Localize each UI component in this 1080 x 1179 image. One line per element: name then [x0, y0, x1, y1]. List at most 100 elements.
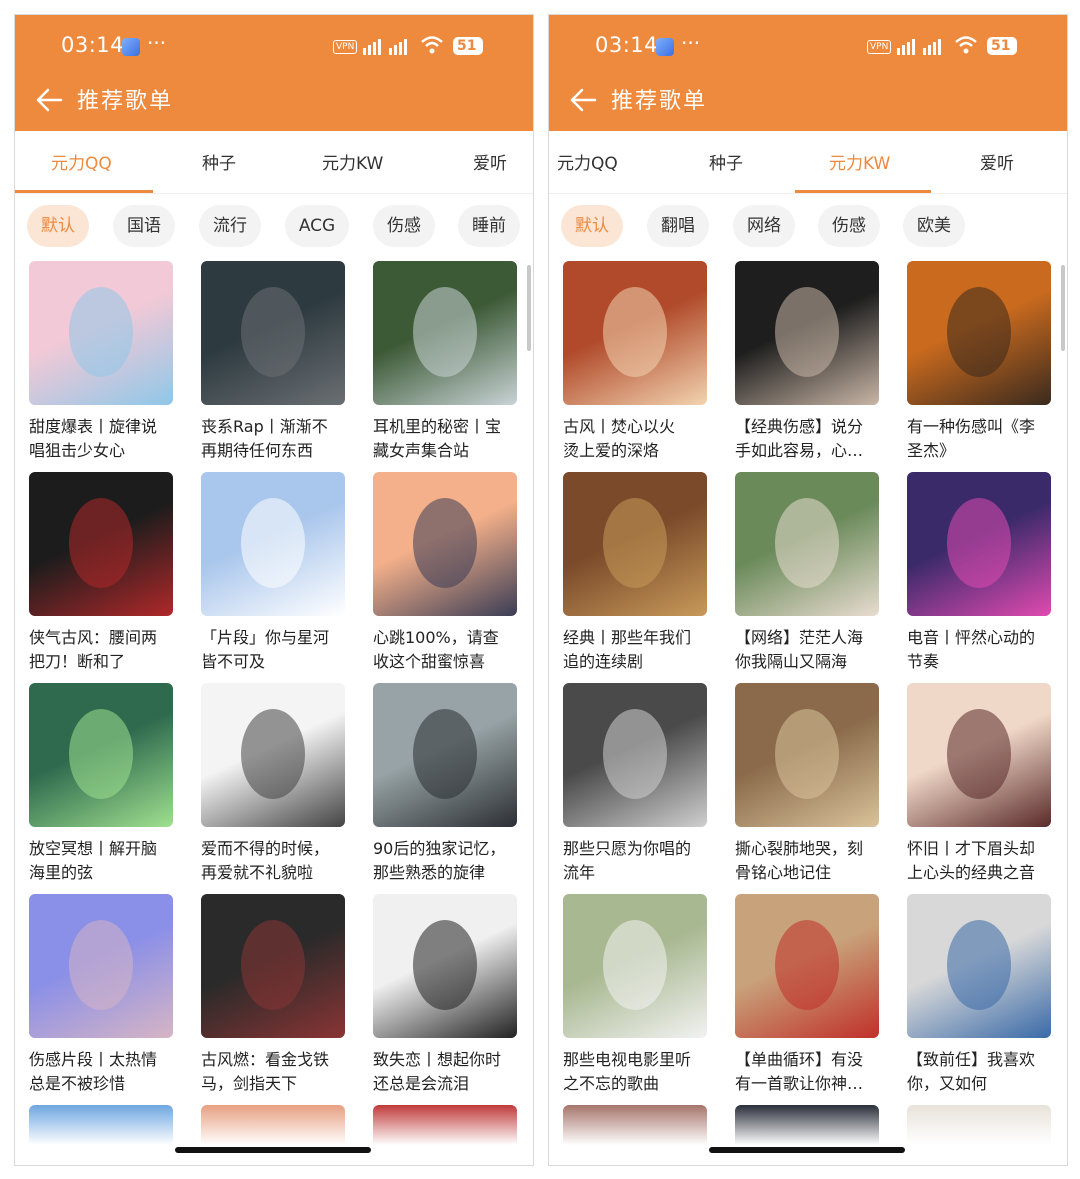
chip-default[interactable]: 默认 [561, 205, 623, 247]
status-time: 03:14 [61, 33, 125, 57]
scrollbar[interactable] [1061, 265, 1065, 351]
cover-figure-shape [775, 498, 839, 588]
chip-western[interactable]: 欧美 [903, 205, 965, 247]
more-notifications-icon: ··· [681, 31, 701, 55]
playlist-cover-image[interactable] [29, 894, 173, 1038]
chip-cover-songs[interactable]: 翻唱 [647, 205, 709, 247]
playlist-cover-image[interactable] [907, 894, 1051, 1038]
battery-icon: 51 [453, 37, 483, 55]
playlist-title-line1: 那些只愿为你唱的 [563, 839, 692, 858]
active-tab-indicator [795, 190, 931, 193]
playlist-title: 那些电视电影里听 之不忘的歌曲 [563, 1048, 713, 1096]
playlist-cover-image[interactable] [373, 261, 517, 405]
chip-acg[interactable]: ACG [285, 205, 349, 247]
back-arrow-icon[interactable] [35, 87, 63, 113]
playlist-title: 撕心裂肺地哭，刻 骨铭心地记住 [735, 837, 885, 885]
playlist-title: 放空冥想丨解开脑 海里的弦 [29, 837, 179, 885]
playlist-title-line2: 总是不被珍惜 [29, 1074, 126, 1093]
playlist-cover-image[interactable] [29, 472, 173, 616]
playlist-cover-image[interactable] [907, 683, 1051, 827]
tab-yuanli-kw[interactable]: 元力KW [829, 149, 890, 174]
playlist-cover-image[interactable] [907, 261, 1051, 405]
playlist-cover-image[interactable] [29, 261, 173, 405]
chip-default[interactable]: 默认 [27, 205, 89, 247]
playlist-title-line1: 怀旧丨才下眉头却 [907, 839, 1036, 858]
app-header: 03:14 ··· VPN 51 推荐歌单 [549, 15, 1067, 131]
chip-sad[interactable]: 伤感 [818, 205, 880, 247]
playlist-cover-image[interactable] [907, 472, 1051, 616]
status-time: 03:14 [595, 33, 659, 57]
playlist-cover-image-partial[interactable] [29, 1105, 173, 1145]
vpn-icon: VPN [867, 40, 892, 54]
chip-bedtime[interactable]: 睡前 [458, 205, 520, 247]
playlist-title-line1: 【经典伤感】说分 [735, 417, 864, 436]
playlist-title: 怀旧丨才下眉头却 上心头的经典之音 [907, 837, 1057, 885]
playlist-cover-image[interactable] [563, 261, 707, 405]
tab-aiting[interactable]: 爱听 [980, 149, 1014, 174]
playlist-title: 【网络】茫茫人海 你我隔山又隔海 [735, 626, 885, 674]
cover-figure-shape [241, 287, 305, 377]
playlist-cover-image[interactable] [29, 683, 173, 827]
tab-yuanli-qq[interactable]: 元力QQ [557, 149, 618, 174]
playlist-cover-image[interactable] [735, 894, 879, 1038]
playlist-cover-image[interactable] [373, 894, 517, 1038]
cover-figure-shape [603, 287, 667, 377]
playlist-cover-image[interactable] [735, 472, 879, 616]
cover-figure-shape [413, 920, 477, 1010]
playlist-title-line1: 耳机里的秘密丨宝 [373, 417, 502, 436]
tab-seed[interactable]: 种子 [709, 149, 743, 174]
cover-figure-shape [775, 709, 839, 799]
scrollbar[interactable] [527, 265, 531, 351]
home-indicator[interactable] [709, 1147, 905, 1153]
playlist-cover-image[interactable] [201, 261, 345, 405]
playlist-cover-image-partial[interactable] [201, 1105, 345, 1145]
home-indicator[interactable] [175, 1147, 371, 1153]
playlist-title: 侠气古风：腰间两 把刀！断和了 [29, 626, 179, 674]
playlist-title-line2: 手如此容易，心… [735, 441, 864, 460]
playlist-cover-image[interactable] [563, 894, 707, 1038]
source-tabs: 元力QQ 种子 元力KW 爱听 [549, 131, 1067, 194]
playlist-title-line2: 马，剑指天下 [201, 1074, 298, 1093]
playlist-title-line2: 那些熟悉的旋律 [373, 863, 486, 882]
playlist-cover-image[interactable] [201, 472, 345, 616]
playlist-cover-image[interactable] [563, 683, 707, 827]
chip-mandarin[interactable]: 国语 [113, 205, 175, 247]
playlist-title-line2: 皆不可及 [201, 652, 266, 671]
wifi-icon [421, 36, 443, 54]
active-tab-indicator [15, 190, 153, 193]
playlist-cover-image[interactable] [735, 261, 879, 405]
tab-yuanli-qq[interactable]: 元力QQ [51, 149, 112, 174]
playlist-title: 耳机里的秘密丨宝 藏女声集合站 [373, 415, 523, 463]
cover-figure-shape [241, 498, 305, 588]
chip-sad[interactable]: 伤感 [373, 205, 435, 247]
category-chips: 默认 翻唱 网络 伤感 欧美 [549, 205, 1067, 251]
more-notifications-icon: ··· [147, 31, 167, 55]
playlist-cover-image[interactable] [373, 683, 517, 827]
back-arrow-icon[interactable] [569, 87, 597, 113]
cover-figure-shape [241, 920, 305, 1010]
tab-aiting[interactable]: 爱听 [473, 149, 507, 174]
playlist-title: 甜度爆表丨旋律说 唱狙击少女心 [29, 415, 179, 463]
cover-figure-shape [947, 709, 1011, 799]
chip-pop[interactable]: 流行 [199, 205, 261, 247]
playlist-title-line2: 再期待任何东西 [201, 441, 314, 460]
chip-internet[interactable]: 网络 [733, 205, 795, 247]
playlist-title-line2: 烫上爱的深烙 [563, 441, 660, 460]
playlist-cover-image[interactable] [201, 894, 345, 1038]
playlist-title-line1: 【单曲循环】有没 [735, 1050, 864, 1069]
notification-app-icon [656, 38, 674, 56]
tab-seed[interactable]: 种子 [202, 149, 236, 174]
playlist-cover-image[interactable] [201, 683, 345, 827]
cover-figure-shape [603, 920, 667, 1010]
playlist-cover-image[interactable] [373, 472, 517, 616]
playlist-cover-image[interactable] [563, 472, 707, 616]
playlist-cover-image-partial[interactable] [735, 1105, 879, 1145]
source-tabs: 元力QQ 种子 元力KW 爱听 [15, 131, 533, 194]
playlist-cover-image-partial[interactable] [563, 1105, 707, 1145]
playlist-cover-image[interactable] [735, 683, 879, 827]
playlist-cover-image-partial[interactable] [907, 1105, 1051, 1145]
left-screen: 03:14 ··· VPN 51 推荐歌单 元力QQ 种子 元力KW 爱听 默认 [14, 14, 534, 1166]
playlist-cover-image-partial[interactable] [373, 1105, 517, 1145]
playlist-title: 古风燃：看金戈铁 马，剑指天下 [201, 1048, 351, 1096]
tab-yuanli-kw[interactable]: 元力KW [322, 149, 383, 174]
